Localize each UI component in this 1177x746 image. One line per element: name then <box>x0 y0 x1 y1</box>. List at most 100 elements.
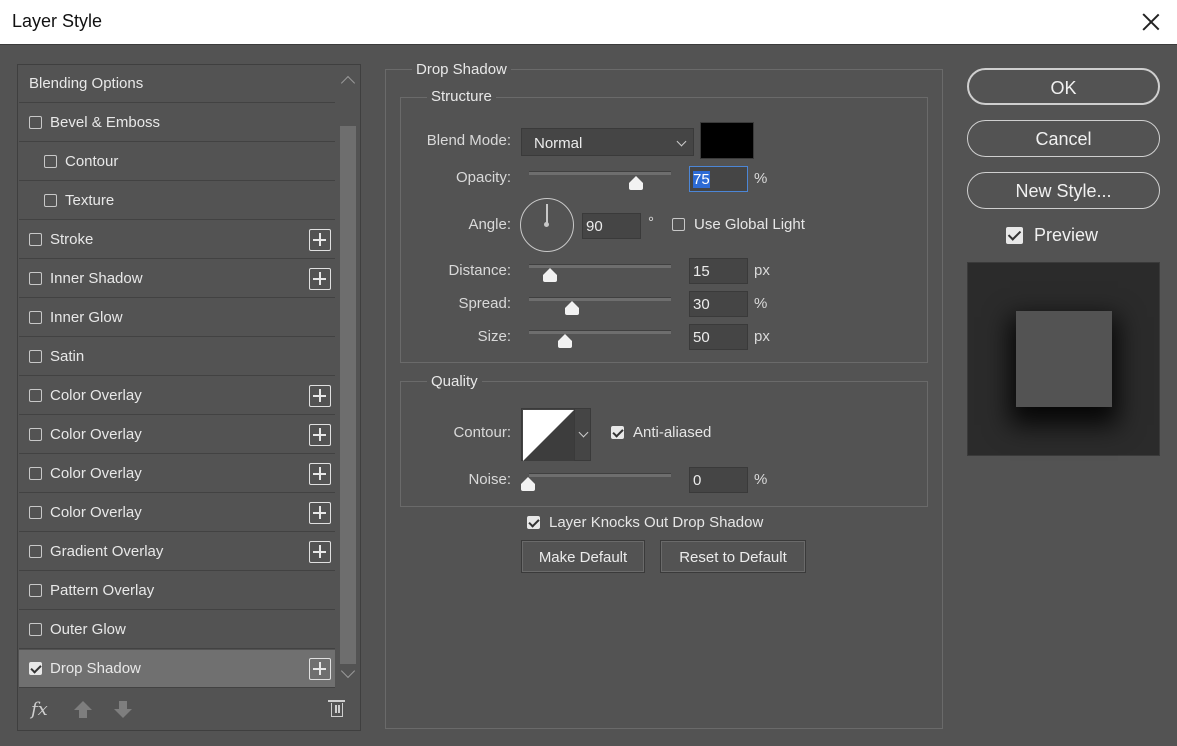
style-item[interactable]: Inner Shadow <box>19 260 335 298</box>
opacity-value: 75 <box>693 171 710 188</box>
preview-square <box>1016 311 1112 407</box>
style-item[interactable]: Color Overlay <box>19 494 335 532</box>
trash-icon[interactable] <box>328 700 345 717</box>
style-item-label: Color Overlay <box>50 426 142 443</box>
shadow-color-swatch[interactable] <box>700 122 754 159</box>
scroll-down-icon[interactable] <box>340 663 356 679</box>
angle-unit: ° <box>648 214 654 231</box>
scroll-up-icon[interactable] <box>340 75 356 91</box>
style-item[interactable]: Bevel & Emboss <box>19 104 335 142</box>
quality-title: Quality <box>427 373 482 390</box>
add-effect-icon[interactable] <box>309 541 331 563</box>
add-effect-icon[interactable] <box>309 424 331 446</box>
distance-slider[interactable] <box>529 264 671 268</box>
spread-value: 30 <box>693 296 710 313</box>
add-effect-icon[interactable] <box>309 229 331 251</box>
new-style-button[interactable]: New Style... <box>967 172 1160 209</box>
style-item[interactable]: Drop Shadow <box>19 650 335 688</box>
style-item-label: Contour <box>65 153 119 170</box>
style-item-checkbox[interactable] <box>29 233 42 246</box>
add-effect-icon[interactable] <box>309 385 331 407</box>
style-item-label: Pattern Overlay <box>50 582 155 599</box>
style-item-checkbox[interactable] <box>29 272 42 285</box>
ok-button[interactable]: OK <box>967 68 1160 105</box>
style-item[interactable]: Inner Glow <box>19 299 335 337</box>
noise-input[interactable]: 0 <box>689 467 748 493</box>
style-item-checkbox[interactable] <box>29 428 42 441</box>
cancel-button[interactable]: Cancel <box>967 120 1160 157</box>
use-global-light-checkbox[interactable] <box>672 218 685 231</box>
style-list-scrollbar[interactable] <box>338 66 360 690</box>
style-item[interactable]: Color Overlay <box>19 416 335 454</box>
layer-knocks-out-checkbox[interactable] <box>527 516 540 529</box>
opacity-unit: % <box>754 170 768 187</box>
contour-picker[interactable] <box>521 408 591 461</box>
noise-slider[interactable] <box>529 473 671 477</box>
fx-icon[interactable]: fx <box>31 699 48 720</box>
style-item[interactable]: Blending Options <box>19 65 335 103</box>
distance-label: Distance: <box>448 262 511 279</box>
style-item-checkbox[interactable] <box>29 506 42 519</box>
opacity-input[interactable]: 75 <box>689 166 748 192</box>
style-list-footer: fx <box>19 691 359 731</box>
style-item[interactable]: Color Overlay <box>19 377 335 415</box>
angle-value: 90 <box>586 218 603 235</box>
style-item-label: Color Overlay <box>50 504 142 521</box>
style-list: Blending Options Bevel & Emboss Contour Tex… <box>17 64 361 731</box>
distance-input[interactable]: 15 <box>689 258 748 284</box>
style-item-checkbox[interactable] <box>29 389 42 402</box>
chevron-down-icon[interactable] <box>574 409 591 460</box>
angle-dial[interactable] <box>520 198 574 252</box>
move-up-icon[interactable] <box>74 701 92 718</box>
style-item-checkbox[interactable] <box>29 116 42 129</box>
anti-aliased-checkbox[interactable] <box>611 426 624 439</box>
style-item-checkbox[interactable] <box>44 155 57 168</box>
style-item-label: Bevel & Emboss <box>50 114 161 131</box>
style-item-label: Stroke <box>50 231 94 248</box>
style-item-checkbox[interactable] <box>29 467 42 480</box>
preview-checkbox[interactable] <box>1006 227 1023 244</box>
style-item-checkbox[interactable] <box>29 584 42 597</box>
style-item[interactable]: Contour <box>19 143 335 181</box>
style-item[interactable]: Pattern Overlay <box>19 572 335 610</box>
scroll-thumb[interactable] <box>340 126 356 664</box>
style-item[interactable]: Color Overlay <box>19 455 335 493</box>
size-slider[interactable] <box>529 330 671 334</box>
opacity-slider[interactable] <box>529 171 671 175</box>
style-item[interactable]: Stroke <box>19 221 335 259</box>
structure-title: Structure <box>427 88 496 105</box>
angle-input[interactable]: 90 <box>582 213 641 239</box>
close-icon[interactable] <box>1139 10 1163 34</box>
style-item[interactable]: Outer Glow <box>19 611 335 649</box>
style-item-label: Satin <box>50 348 85 365</box>
spread-slider[interactable] <box>529 297 671 301</box>
size-input[interactable]: 50 <box>689 324 748 350</box>
opacity-label: Opacity: <box>455 169 511 186</box>
reset-to-default-button[interactable]: Reset to Default <box>660 540 806 573</box>
style-item-checkbox[interactable] <box>29 662 42 675</box>
style-item-checkbox[interactable] <box>29 545 42 558</box>
chevron-down-icon <box>676 136 687 147</box>
style-item-checkbox[interactable] <box>29 623 42 636</box>
style-item-checkbox[interactable] <box>44 194 57 207</box>
spread-input[interactable]: 30 <box>689 291 748 317</box>
anti-aliased-label: Anti-aliased <box>633 424 712 441</box>
distance-value: 15 <box>693 263 710 280</box>
style-item-checkbox[interactable] <box>29 350 42 363</box>
move-down-icon[interactable] <box>114 701 132 718</box>
blend-mode-select[interactable]: Normal <box>521 128 694 156</box>
make-default-button[interactable]: Make Default <box>521 540 645 573</box>
preview-label: Preview <box>1034 225 1099 245</box>
size-label: Size: <box>477 328 511 345</box>
add-effect-icon[interactable] <box>309 463 331 485</box>
add-effect-icon[interactable] <box>309 658 331 680</box>
blend-mode-value: Normal <box>534 135 583 152</box>
add-effect-icon[interactable] <box>309 502 331 524</box>
style-item[interactable]: Texture <box>19 182 335 220</box>
style-item[interactable]: Gradient Overlay <box>19 533 335 571</box>
style-item-checkbox[interactable] <box>29 311 42 324</box>
add-effect-icon[interactable] <box>309 268 331 290</box>
style-item-label: Blending Options <box>29 75 144 92</box>
style-item[interactable]: Satin <box>19 338 335 376</box>
use-global-light-label: Use Global Light <box>694 216 805 233</box>
